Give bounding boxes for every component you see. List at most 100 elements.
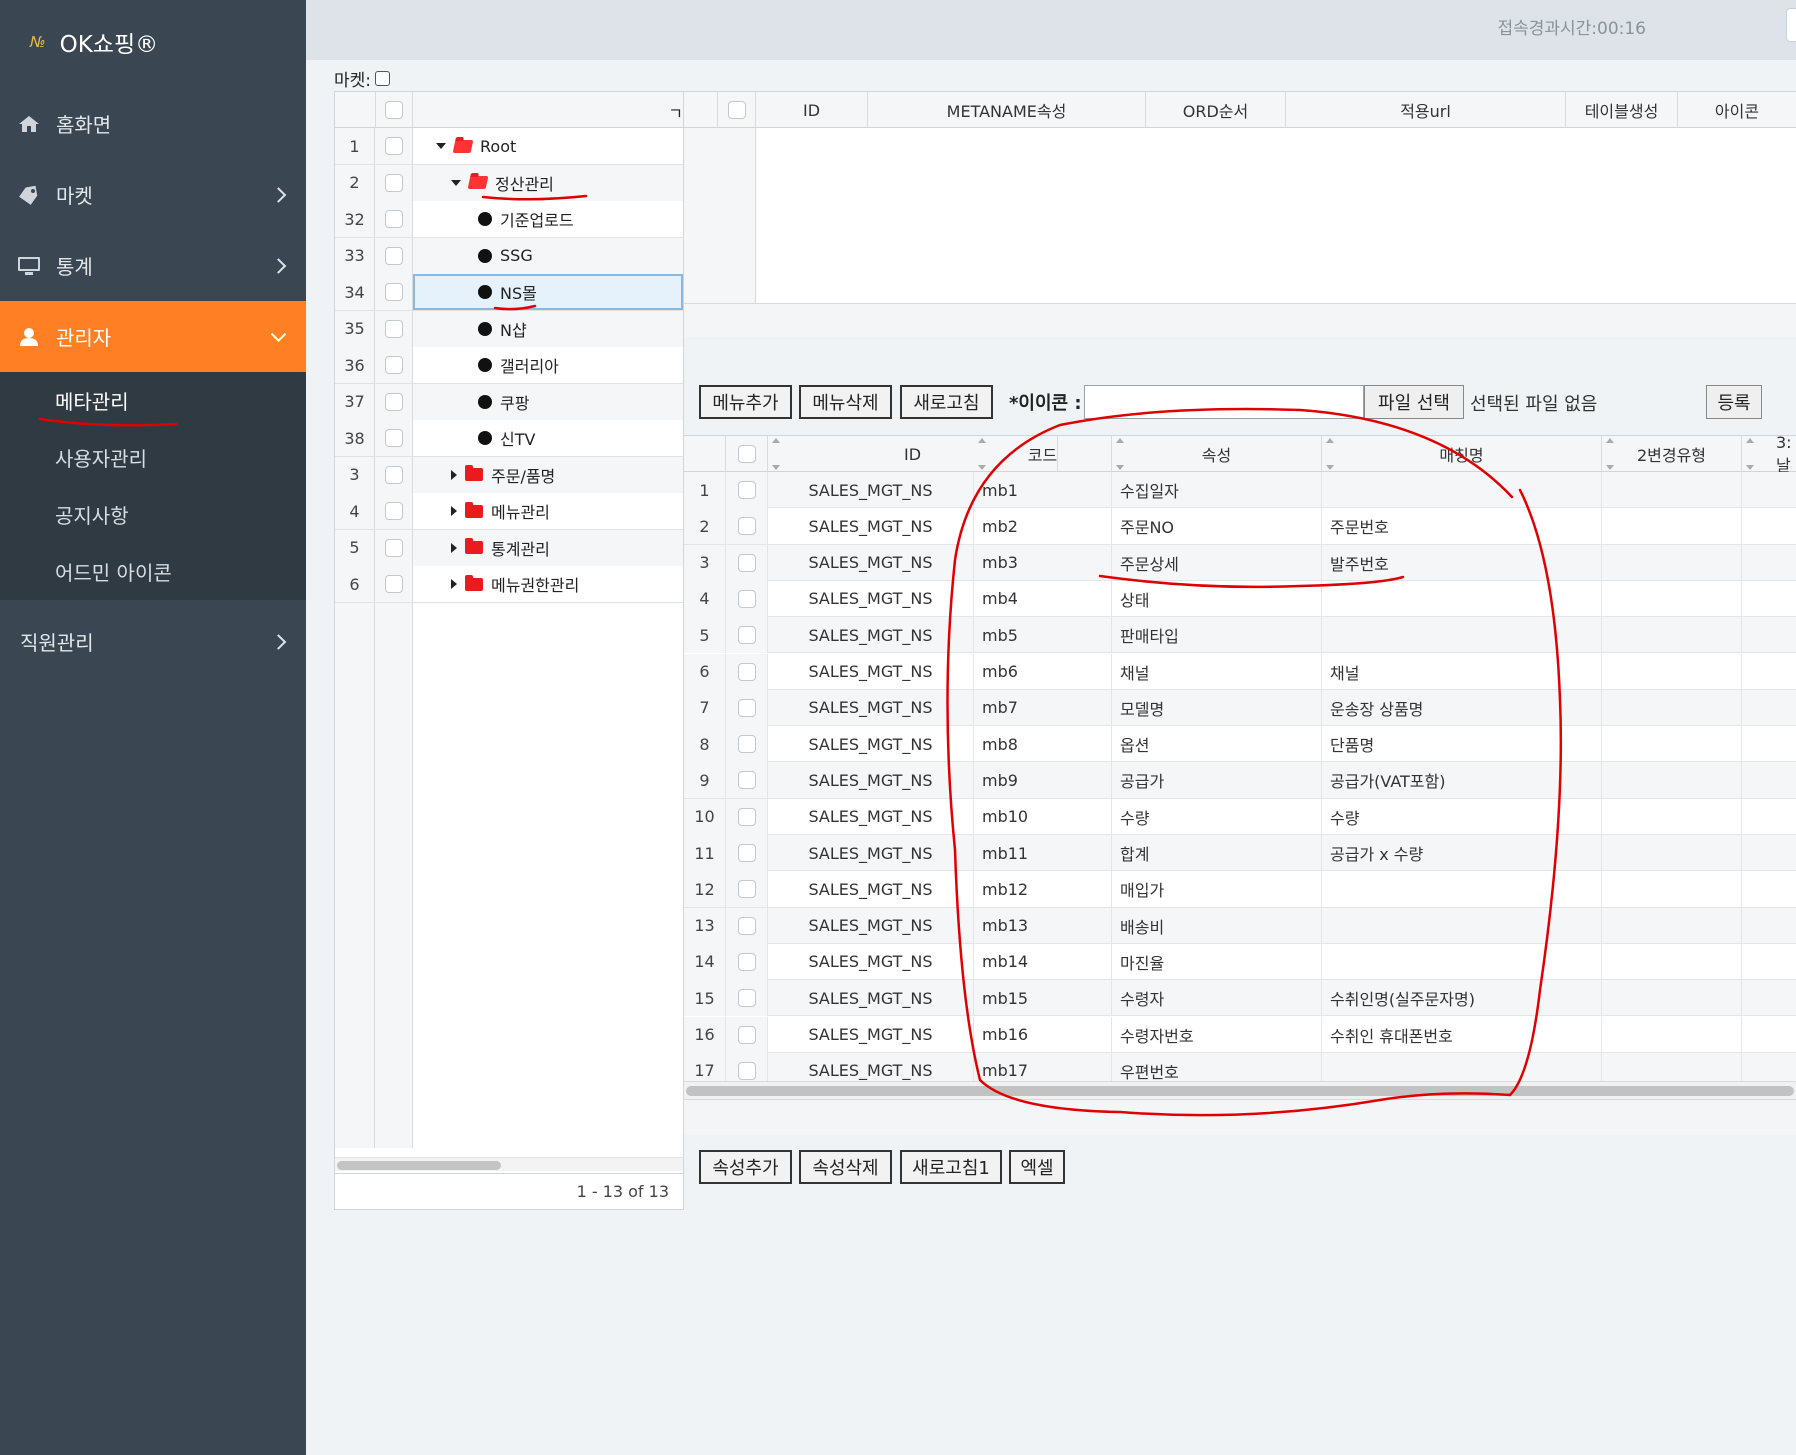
column-header[interactable]: 2변경유형	[1602, 436, 1742, 472]
row-checkbox[interactable]	[737, 553, 756, 572]
row-checkbox[interactable]	[737, 880, 756, 899]
column-header[interactable]: 속성	[1112, 436, 1322, 472]
tree-row[interactable]: 33 SSG	[335, 237, 683, 274]
row-number-cell[interactable]: 2	[684, 508, 726, 545]
tree-node[interactable]: 주문/품명	[451, 457, 555, 493]
column-header[interactable]: 아이콘	[1678, 92, 1796, 128]
tree-node[interactable]: 갤러리아	[478, 347, 559, 383]
attribute-cell[interactable]: 마진율	[1112, 943, 1322, 980]
add-attribute-button[interactable]: 속성추가	[699, 1150, 792, 1184]
change-type-cell[interactable]	[1602, 726, 1742, 763]
attribute-grid-horizontal-scrollbar[interactable]	[684, 1081, 1796, 1099]
table-row[interactable]: 7 SALES_MGT_NS mb7 모델명 운송장 상품명	[684, 689, 1796, 727]
attribute-cell[interactable]: 공급가	[1112, 762, 1322, 799]
sidebar-item-staff[interactable]: 직원관리	[0, 606, 306, 677]
row-checkbox[interactable]	[384, 246, 403, 265]
tree-row[interactable]: 4 메뉴관리	[335, 493, 683, 530]
id-cell[interactable]: SALES_MGT_NS	[768, 508, 974, 545]
attribute-cell[interactable]: 수령자	[1112, 980, 1322, 1017]
extra-cell[interactable]	[1742, 726, 1796, 762]
change-type-cell[interactable]	[1602, 508, 1742, 545]
id-cell[interactable]: SALES_MGT_NS	[768, 907, 974, 944]
tree-row[interactable]: 2 정산관리	[335, 164, 683, 201]
extra-cell[interactable]	[1742, 1053, 1796, 1081]
row-number-cell[interactable]: 15	[684, 980, 726, 1017]
collapse-caret-icon[interactable]	[451, 506, 457, 516]
attribute-cell[interactable]: 배송비	[1112, 907, 1322, 944]
matching-name-cell[interactable]	[1322, 871, 1602, 908]
change-type-cell[interactable]	[1602, 907, 1742, 944]
change-type-cell[interactable]	[1602, 835, 1742, 871]
id-cell[interactable]: SALES_MGT_NS	[768, 1052, 974, 1081]
row-number-cell[interactable]: 5	[684, 617, 726, 654]
tree-row[interactable]: 3 주문/품명	[335, 456, 683, 493]
tree-node[interactable]: SSG	[478, 238, 533, 274]
id-cell[interactable]: SALES_MGT_NS	[768, 980, 974, 1017]
attribute-cell[interactable]: 주문NO	[1112, 508, 1322, 545]
row-checkbox[interactable]	[384, 429, 403, 447]
tree-node[interactable]: 통계관리	[451, 530, 550, 566]
extra-cell[interactable]	[1742, 871, 1796, 907]
delete-attribute-button[interactable]: 속성삭제	[799, 1150, 892, 1184]
select-all-checkbox[interactable]	[727, 101, 746, 119]
table-row[interactable]: 9 SALES_MGT_NS mb9 공급가 공급가(VAT포함)	[684, 762, 1796, 799]
sidebar-subitem-admin-icon[interactable]: 어드민 아이콘	[0, 543, 306, 600]
code-cell[interactable]: mb16	[974, 1016, 1112, 1053]
code-cell[interactable]: mb17	[974, 1052, 1112, 1081]
change-type-cell[interactable]	[1602, 798, 1742, 835]
scrollbar-thumb[interactable]	[337, 1161, 501, 1170]
sidebar-subitem-users[interactable]: 사용자관리	[0, 429, 306, 486]
tree-row[interactable]: 34 NS몰	[335, 274, 683, 311]
code-cell[interactable]: mb3	[974, 544, 1112, 581]
change-type-cell[interactable]	[1602, 871, 1742, 908]
table-row[interactable]: 11 SALES_MGT_NS mb11 합계 공급가 x 수량	[684, 835, 1796, 872]
change-type-cell[interactable]	[1602, 1016, 1742, 1053]
table-row[interactable]: 10 SALES_MGT_NS mb10 수량 수량	[684, 798, 1796, 835]
id-cell[interactable]: SALES_MGT_NS	[768, 653, 974, 690]
tree-horizontal-scrollbar[interactable]	[335, 1157, 683, 1171]
code-cell[interactable]: mb6	[974, 653, 1112, 690]
column-header[interactable]: 매칭명	[1322, 436, 1602, 472]
attribute-cell[interactable]: 수량	[1112, 798, 1322, 835]
row-checkbox[interactable]	[384, 356, 403, 374]
brand[interactable]: № OK쇼핑®	[30, 22, 158, 62]
refresh-button[interactable]: 새로고침	[900, 385, 993, 419]
tree-node[interactable]: 정산관리	[451, 165, 554, 201]
extra-cell[interactable]	[1742, 617, 1796, 653]
id-cell[interactable]: SALES_MGT_NS	[768, 544, 974, 581]
row-number-cell[interactable]: 10	[684, 798, 726, 835]
tree-row[interactable]: 37 쿠팡	[335, 383, 683, 420]
row-number-cell[interactable]: 12	[684, 871, 726, 908]
tree-row[interactable]: 1 Root	[335, 128, 683, 165]
row-checkbox[interactable]	[737, 989, 756, 1008]
extra-cell[interactable]	[1742, 508, 1796, 544]
column-header[interactable]: 적용url	[1286, 92, 1566, 128]
row-number-cell[interactable]: 16	[684, 1016, 726, 1053]
code-cell[interactable]: mb14	[974, 943, 1112, 980]
extra-cell[interactable]	[1742, 581, 1796, 617]
id-cell[interactable]: SALES_MGT_NS	[768, 617, 974, 654]
extra-cell[interactable]	[1742, 944, 1796, 980]
id-cell[interactable]: SALES_MGT_NS	[768, 726, 974, 763]
extra-cell[interactable]	[1742, 835, 1796, 871]
collapse-caret-icon[interactable]	[451, 469, 457, 480]
row-number-cell[interactable]: 14	[684, 943, 726, 980]
row-number-cell[interactable]: 8	[684, 726, 726, 763]
refresh1-button[interactable]: 새로고침1	[900, 1150, 1002, 1184]
matching-name-cell[interactable]: 주문번호	[1322, 508, 1602, 545]
change-type-cell[interactable]	[1602, 472, 1742, 508]
code-cell[interactable]: mb7	[974, 689, 1112, 726]
matching-name-cell[interactable]: 공급가 x 수량	[1322, 835, 1602, 871]
tree-node[interactable]: 메뉴권한관리	[451, 566, 579, 602]
id-cell[interactable]: SALES_MGT_NS	[768, 472, 974, 508]
row-checkbox[interactable]	[384, 173, 403, 192]
table-row[interactable]: 17 SALES_MGT_NS mb17 우편번호	[684, 1052, 1796, 1081]
tree-node[interactable]: 기준업로드	[478, 201, 574, 237]
matching-name-cell[interactable]: 단품명	[1322, 726, 1602, 763]
select-all-checkbox[interactable]	[385, 101, 403, 119]
add-menu-button[interactable]: 메뉴추가	[699, 385, 792, 419]
file-select-button[interactable]: 파일 선택	[1364, 385, 1464, 419]
sidebar-item-home[interactable]: 홈화면	[0, 88, 306, 159]
extra-cell[interactable]	[1742, 690, 1796, 726]
row-checkbox[interactable]	[737, 844, 756, 862]
